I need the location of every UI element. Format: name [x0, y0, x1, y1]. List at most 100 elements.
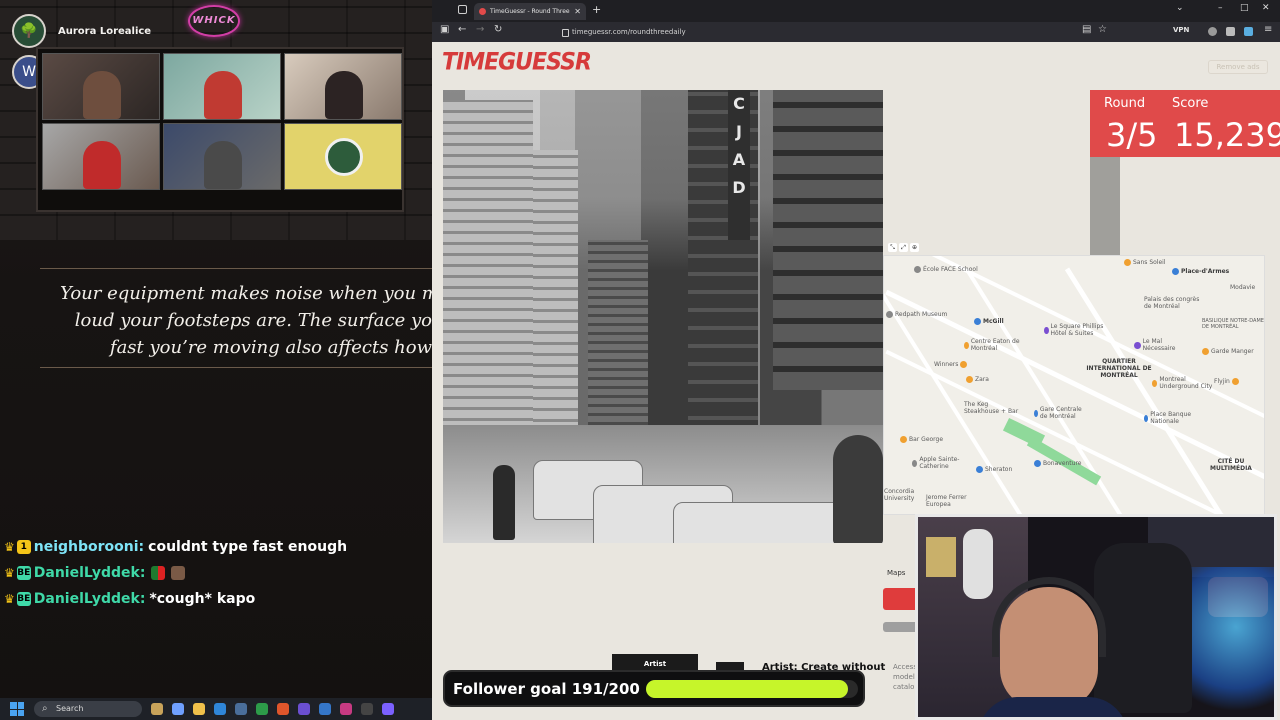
stream-overlay: 🌳 Aurora Lorealice W jourdanworld WHICK: [0, 0, 432, 720]
map-place[interactable]: Bar George: [900, 436, 943, 443]
map-place[interactable]: Redpath Museum: [886, 311, 947, 318]
district-label: CITÉ DU MULTIMÉDIA: [1210, 458, 1252, 472]
new-tab-icon[interactable]: +: [592, 3, 601, 16]
chat-text: *cough* kapo: [149, 591, 256, 607]
chat-text: couldnt type fast enough: [148, 539, 348, 555]
neon-sign: WHICK: [188, 5, 240, 37]
map-place[interactable]: Garde Manger: [1202, 348, 1254, 355]
map-place[interactable]: Flyjin: [1214, 378, 1239, 385]
video-call-grid: [36, 47, 404, 212]
map-place[interactable]: Palais des congrès de Montréal: [1144, 296, 1204, 310]
map-place[interactable]: Sheraton: [976, 466, 1012, 473]
minimize-icon[interactable]: –: [1218, 3, 1223, 13]
map-place[interactable]: BASILIQUE NOTRE-DAME DE MONTRÉAL: [1202, 318, 1264, 330]
taskbar-search[interactable]: Search: [34, 701, 142, 717]
expand-icon[interactable]: ⤡: [888, 243, 897, 252]
sub-badge-icon: BE: [16, 592, 31, 606]
map-place[interactable]: Bonaventure: [1034, 460, 1082, 467]
close-icon[interactable]: ✕: [1262, 3, 1270, 13]
file-explorer-icon[interactable]: [193, 703, 205, 715]
windows-taskbar: Search: [0, 698, 432, 720]
app-icon[interactable]: [361, 703, 373, 715]
sub-badge-icon: BE: [16, 566, 31, 580]
map-place[interactable]: Place Banque Nationale: [1144, 411, 1194, 425]
tab-timeguessr[interactable]: TimeGuessr - Round Three ✕: [474, 3, 586, 20]
url-field[interactable]: timeguessr.com/roundthreedaily: [562, 25, 1112, 39]
widget-icon[interactable]: [151, 703, 163, 715]
extension-icon[interactable]: [1226, 27, 1235, 36]
participant-name: Aurora Lorealice: [58, 25, 152, 37]
map-place[interactable]: Gare Centrale de Montréal: [1034, 406, 1084, 420]
guess-map[interactable]: École FACE School Sans Soleil Place-d'Ar…: [883, 255, 1265, 515]
chat-message: ♛ BE DanielLyddek: *cough* kapo: [4, 586, 432, 612]
chat-message: ♛ 1 neighborooni: couldnt type fast enou…: [4, 534, 432, 560]
screen: 🌳 Aurora Lorealice W jourdanworld WHICK: [0, 0, 1280, 720]
map-place[interactable]: Jerome Ferrer Europea: [926, 494, 986, 508]
map-place[interactable]: Centre Eaton de Montréal: [964, 338, 1024, 352]
menu-icon[interactable]: ≡: [1264, 24, 1272, 35]
map-place[interactable]: McGill: [974, 318, 1004, 325]
steam-icon[interactable]: [235, 703, 247, 715]
map-place[interactable]: The Keg Steakhouse + Bar: [964, 401, 1024, 415]
chat-username: DanielLyddek:: [33, 591, 146, 607]
sidebar-icon[interactable]: ▣: [440, 24, 449, 35]
task-view-icon[interactable]: [172, 703, 184, 715]
shrink-icon[interactable]: ⤢: [899, 243, 908, 252]
cam-tile: [163, 53, 281, 120]
back-icon[interactable]: ←: [458, 24, 466, 35]
loading-tip: Your equipment makes noise when you m lo…: [60, 280, 432, 360]
tab-close-icon[interactable]: ✕: [574, 3, 581, 20]
xbox-icon[interactable]: [256, 703, 268, 715]
participant-aurora: 🌳 Aurora Lorealice: [12, 14, 151, 48]
map-place[interactable]: Place-d'Armes: [1172, 268, 1229, 275]
round-photo[interactable]: CJAD: [443, 90, 883, 543]
map-place[interactable]: Le Square Phillips Hôtel & Suites: [1044, 323, 1114, 337]
tab-list-icon[interactable]: [458, 5, 467, 14]
app-icon[interactable]: [340, 703, 352, 715]
pin-icon[interactable]: ⊕: [910, 243, 919, 252]
sub-badge-icon: 1: [16, 540, 31, 554]
map-controls: ⤡ ⤢ ⊕: [888, 243, 919, 252]
tree-avatar-icon: 🌳: [12, 14, 46, 48]
map-place[interactable]: Concordia University: [884, 488, 924, 502]
edge-icon[interactable]: [214, 703, 226, 715]
map-place[interactable]: École FACE School: [914, 266, 978, 273]
chat-username: DanielLyddek:: [33, 565, 146, 581]
chat-username: neighborooni:: [33, 539, 145, 555]
district-label: QUARTIER INTERNATIONAL DE MONTRÉAL: [1086, 358, 1152, 379]
map-place[interactable]: Sans Soleil: [1124, 259, 1166, 266]
map-place[interactable]: Winners: [934, 361, 968, 368]
brave-icon[interactable]: [277, 703, 289, 715]
reader-icon[interactable]: ▤: [1082, 24, 1091, 35]
timeguessr-logo[interactable]: TIMEGUESSR: [442, 49, 592, 77]
crown-icon: ♛: [4, 540, 15, 554]
vpn-button[interactable]: VPN: [1173, 26, 1189, 34]
apple-maps-logo: Maps: [887, 569, 906, 577]
tip-line: loud your footsteps are. The surface yo: [74, 310, 432, 331]
address-bar: ▣ ← → ↻ timeguessr.com/roundthreedaily ▤…: [432, 22, 1280, 42]
map-place[interactable]: Apple Sainte-Catherine: [912, 456, 972, 470]
app-icon[interactable]: [298, 703, 310, 715]
extension-icon[interactable]: [1244, 27, 1253, 36]
follower-goal-track: [646, 680, 858, 698]
follower-goal-label: Follower goal 191/200: [453, 680, 640, 698]
maximize-icon[interactable]: □: [1240, 3, 1249, 13]
tab-bar: TimeGuessr - Round Three ✕ + ⌄ – □ ✕: [432, 0, 1280, 22]
map-place[interactable]: Zara: [966, 376, 989, 383]
map-place[interactable]: Le Mal Nécessaire: [1134, 338, 1194, 352]
windows-start-icon[interactable]: [10, 702, 24, 716]
crown-icon: ♛: [4, 566, 15, 580]
forward-icon[interactable]: →: [476, 24, 484, 35]
tip-line: fast you’re moving also affects how: [109, 337, 432, 358]
app-icon[interactable]: [319, 703, 331, 715]
extension-icon[interactable]: [1208, 27, 1217, 36]
map-place[interactable]: Montreal Underground City: [1152, 376, 1222, 390]
bookmark-star-icon[interactable]: ☆: [1098, 24, 1107, 35]
remove-ads-button[interactable]: Remove ads: [1208, 60, 1268, 74]
tab-title: TimeGuessr - Round Three: [490, 8, 570, 15]
follower-goal-fill: [646, 680, 848, 698]
reload-icon[interactable]: ↻: [494, 24, 502, 35]
app-icon[interactable]: [382, 703, 394, 715]
chevron-down-icon[interactable]: ⌄: [1176, 3, 1184, 13]
map-place[interactable]: Modavie: [1230, 284, 1255, 291]
